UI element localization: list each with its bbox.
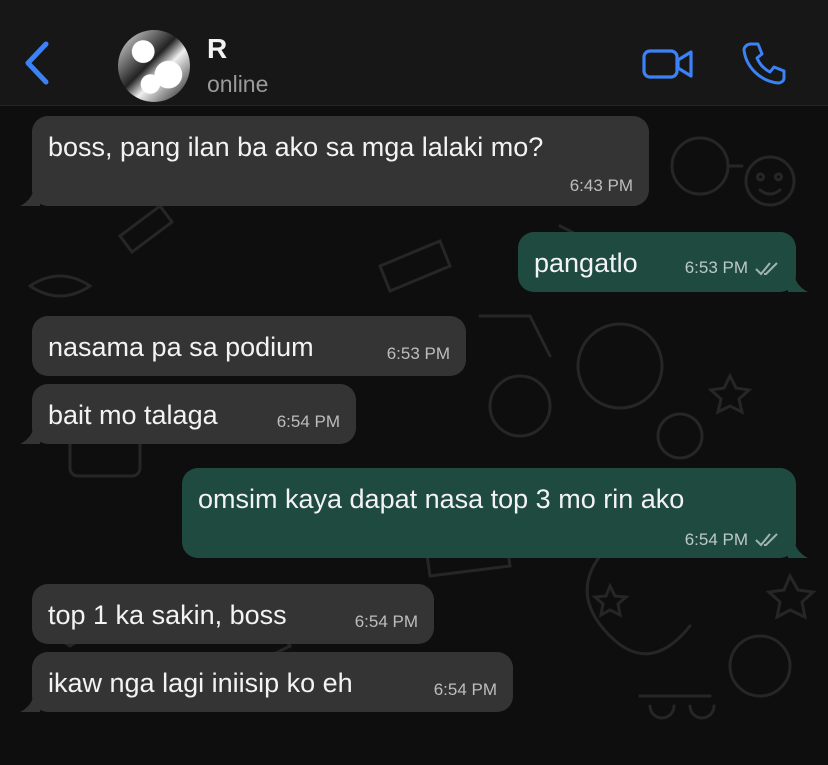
bubble-tail — [788, 540, 808, 558]
message-time: 6:43 PM — [569, 176, 633, 195]
message-bubble-incoming[interactable]: top 1 ka sakin, boss 6:54 PM — [32, 584, 434, 644]
message-text: bait mo talaga — [48, 400, 218, 430]
message-bubble-outgoing[interactable]: pangatlo 6:53 PM — [518, 232, 796, 292]
message-time: 6:53 PM — [684, 258, 748, 277]
message-text: boss, pang ilan ba ako sa mga lalaki mo? — [48, 132, 544, 162]
message-time: 6:54 PM — [354, 612, 418, 631]
voice-call-icon[interactable] — [741, 40, 787, 86]
message-bubble-incoming[interactable]: boss, pang ilan ba ako sa mga lalaki mo?… — [32, 116, 649, 206]
read-receipt-icon — [755, 533, 778, 547]
message-text: ikaw nga lagi iniisip ko eh — [48, 668, 353, 698]
message-time: 6:54 PM — [433, 680, 497, 699]
message-text: pangatlo — [534, 248, 638, 278]
back-chevron-icon[interactable] — [20, 40, 54, 86]
contact-name[interactable]: R — [207, 33, 227, 65]
message-text: omsim kaya dapat nasa top 3 mo rin ako — [198, 484, 685, 514]
message-bubble-incoming[interactable]: ikaw nga lagi iniisip ko eh 6:54 PM — [32, 652, 513, 712]
bubble-tail — [788, 274, 808, 292]
bubble-tail — [20, 426, 40, 444]
bubble-tail — [20, 694, 40, 712]
message-time: 6:53 PM — [386, 344, 450, 363]
message-bubble-incoming[interactable]: nasama pa sa podium 6:53 PM — [32, 316, 466, 376]
read-receipt-icon — [755, 262, 778, 276]
message-time: 6:54 PM — [684, 530, 748, 549]
message-text: nasama pa sa podium — [48, 332, 314, 362]
message-bubble-outgoing[interactable]: omsim kaya dapat nasa top 3 mo rin ako 6… — [182, 468, 796, 558]
chat-header: R online — [0, 0, 828, 106]
video-call-icon[interactable] — [641, 46, 695, 82]
bubble-tail — [20, 188, 40, 206]
message-text: top 1 ka sakin, boss — [48, 600, 287, 630]
message-bubble-incoming[interactable]: bait mo talaga 6:54 PM — [32, 384, 356, 444]
chat-area[interactable]: boss, pang ilan ba ako sa mga lalaki mo?… — [0, 106, 828, 765]
avatar[interactable] — [118, 30, 190, 102]
message-time: 6:54 PM — [276, 412, 340, 431]
contact-status: online — [207, 71, 269, 97]
